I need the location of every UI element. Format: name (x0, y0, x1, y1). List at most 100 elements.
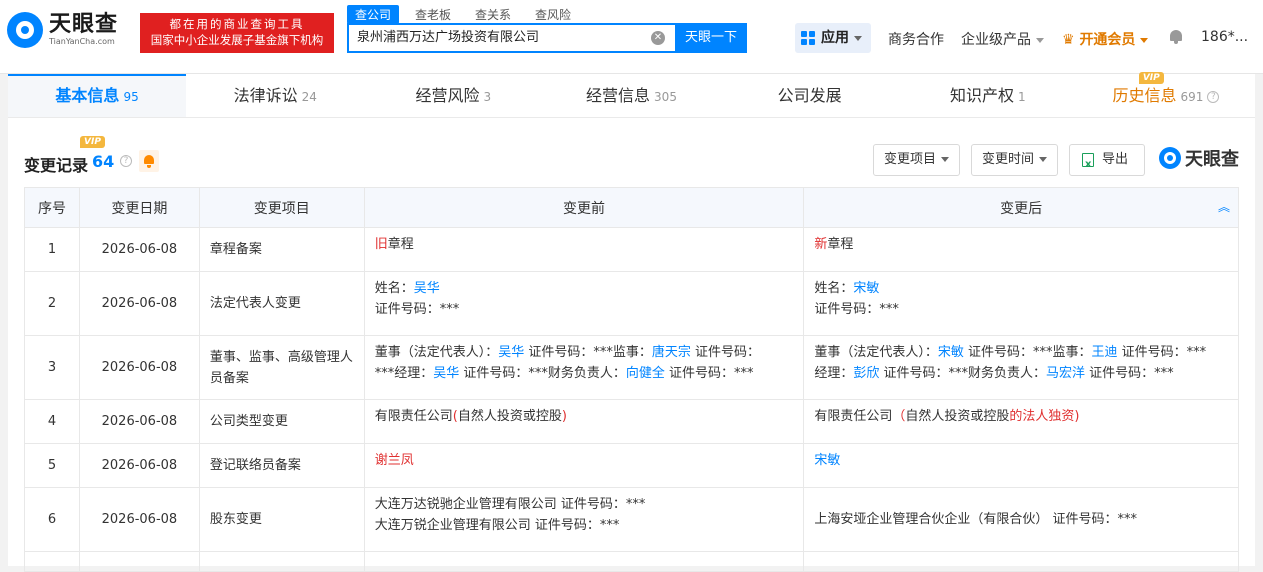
tab-count: 305 (654, 90, 677, 104)
search-button[interactable]: 天眼一下 (675, 23, 747, 53)
shareholder-line: 上海安垭企业管理合伙企业（有限合伙） 证件号码：*** (814, 512, 1137, 527)
apps-label: 应用 (821, 30, 849, 46)
person-link[interactable]: 彭欣 (853, 366, 879, 381)
chevron-down-icon (1039, 157, 1048, 162)
search-tab-boss[interactable]: 查老板 (407, 5, 459, 24)
person-link[interactable]: 唐天宗 (652, 345, 691, 360)
person-link[interactable]: 宋敏 (938, 345, 964, 360)
export-button[interactable]: 导出 (1069, 144, 1146, 180)
table-row: 3 2026-06-08 董事、监事、高级管理人员备案 董事（法定代表人）：吴华… (24, 335, 1239, 400)
cell-before: 姓名：吴华 证件号码：*** (363, 271, 805, 336)
search-tab-risk[interactable]: 查风险 (527, 5, 579, 24)
shareholder-line: 大连万锐企业管理有限公司 证件号码：*** (374, 518, 620, 533)
tab-risk[interactable]: 经营风险 3 (364, 74, 542, 117)
export-label: 导出 (1102, 152, 1129, 167)
person-link[interactable]: 宋敏 (814, 453, 840, 468)
table-row: 5 2026-06-08 登记联络员备案 谢兰凤 宋敏 (24, 443, 1239, 488)
col-header-after: 变更后 ︽ (803, 187, 1239, 228)
text: 证件号码：*** (1085, 366, 1174, 381)
table-row (24, 551, 1239, 572)
search-tab-relation[interactable]: 查关系 (467, 5, 519, 24)
main-card: 基本信息 95 法律诉讼 24 经营风险 3 经营信息 305 公司发展 知识产权 1 V… (8, 72, 1255, 572)
col-header-no: 序号 (24, 187, 80, 228)
tab-label: 法律诉讼 (233, 86, 298, 105)
tab-development[interactable]: 公司发展 (721, 74, 899, 117)
chevron-down-icon (854, 35, 862, 41)
change-record-table: 序号 变更日期 变更项目 变更前 变更后 ︽ 1 2026-06-08 章程备案 … (24, 187, 1239, 572)
tab-label: 公司发展 (777, 86, 842, 105)
tab-ip[interactable]: 知识产权 1 (899, 74, 1077, 117)
notification-bell-icon[interactable] (1169, 29, 1183, 45)
person-link[interactable]: 吴华 (433, 366, 459, 381)
text: 证件号码：*** (1117, 345, 1207, 360)
person-link[interactable]: 吴华 (414, 281, 440, 296)
cell-date: 2026-06-08 (78, 227, 200, 272)
table-row: 6 2026-06-08 股东变更 大连万达锐驰企业管理有限公司 证件号码：**… (24, 487, 1239, 552)
person-link[interactable]: 向健全 (626, 366, 665, 381)
person-link[interactable]: 吴华 (498, 345, 524, 360)
table-row: 4 2026-06-08 公司类型变更 有限责任公司(自然人投资或控股) 有限责… (24, 399, 1239, 444)
crown-icon: ♛ (1062, 32, 1075, 48)
cell-after: 宋敏 (803, 443, 1239, 488)
collapse-up-icon[interactable]: ︽ (1218, 201, 1230, 213)
tab-legal[interactable]: 法律诉讼 24 (186, 74, 364, 117)
cell-item: 公司类型变更 (198, 399, 365, 444)
cell-before: 谢兰凤 (363, 443, 805, 488)
chevron-down-icon (1140, 37, 1149, 43)
search-tab-company[interactable]: 查公司 (347, 5, 400, 24)
person-link[interactable]: 宋敏 (853, 281, 879, 296)
person-link[interactable]: 王迪 (1092, 345, 1118, 360)
text: 有限责任公司 (814, 409, 893, 424)
top-header: 天眼查 TianYanCha.com 都在用的商业查询工具 国家中小企业发展子基… (0, 0, 1263, 74)
tab-basic-info[interactable]: 基本信息 95 (8, 74, 187, 117)
text: 证件号码：*** (664, 366, 754, 381)
search-input[interactable]: 泉州浦西万达广场投资有限公司 ✕ (347, 23, 675, 53)
cell-item: 登记联络员备案 (198, 443, 365, 488)
filter-change-item[interactable]: 变更项目 (873, 144, 961, 176)
cell-date: 2026-06-08 (78, 271, 200, 336)
table-row: 2 2026-06-08 法定代表人变更 姓名：吴华 证件号码：*** 姓名：宋… (24, 271, 1239, 336)
search-input-value: 泉州浦西万达广场投资有限公司 (357, 30, 540, 45)
change-record-header: VIP 变更记录 64 ? 变更项目 变更时间 导出 天眼查 (24, 136, 1239, 184)
filter-change-time[interactable]: 变更时间 (971, 144, 1059, 176)
tab-count: 691 (1180, 90, 1204, 104)
nav-enterprise-products[interactable]: 企业级产品 (961, 29, 1044, 49)
cell-no: 3 (24, 335, 80, 400)
diff-text: （ (892, 409, 906, 424)
tab-operation[interactable]: 经营信息 305 (542, 74, 720, 117)
logo-text: 天眼查 (49, 12, 119, 37)
monitor-bell-icon[interactable] (139, 150, 159, 172)
clear-icon[interactable]: ✕ (651, 31, 665, 45)
filter-label: 变更时间 (982, 152, 1035, 167)
tab-count: 95 (123, 90, 139, 104)
logo-domain: TianYanCha.com (49, 37, 115, 46)
cell-before: 有限责任公司(自然人投资或控股) (363, 399, 805, 444)
cell-before: 董事（法定代表人）：吴华 证件号码：***监事：唐天宗 证件号码： ***经理：… (363, 335, 805, 400)
cell-after: 有限责任公司（自然人投资或控股的法人独资) (803, 399, 1239, 444)
cell-date: 2026-06-08 (78, 443, 200, 488)
tab-count: 1 (1017, 90, 1026, 104)
cell-item: 董事、监事、高级管理人员备案 (198, 335, 365, 400)
text: 董事（法定代表人）： (814, 345, 938, 360)
site-logo[interactable]: 天眼查 TianYanCha.com (7, 12, 118, 48)
slogan-banner: 都在用的商业查询工具 国家中小企业发展子基金旗下机构 (140, 13, 334, 53)
text: 证件号码：***监事： (963, 345, 1092, 360)
help-icon[interactable]: ? (120, 155, 132, 167)
cell-no: 2 (24, 271, 80, 336)
nav-enterprise-label: 企业级产品 (961, 32, 1031, 48)
cell-empty (24, 551, 80, 572)
person-link[interactable]: 马宏洋 (1046, 366, 1085, 381)
help-icon[interactable]: ? (1207, 90, 1220, 103)
chevron-down-icon (941, 157, 950, 162)
nav-business[interactable]: 商务合作 (888, 29, 944, 49)
cell-empty (803, 551, 1239, 572)
diff-text: ) (561, 409, 567, 424)
user-account[interactable]: 186*... (1201, 29, 1248, 45)
tab-history[interactable]: VIP 历史信息 691? (1077, 72, 1255, 117)
logo-eye-icon (7, 12, 43, 48)
brand-text: 天眼查 (1185, 149, 1239, 170)
nav-vip[interactable]: ♛ 开通会员 (1062, 29, 1149, 49)
before-text: 章程 (387, 237, 414, 252)
cell-after: 新章程 (803, 227, 1239, 272)
apps-menu-button[interactable]: 应用 (795, 23, 871, 53)
